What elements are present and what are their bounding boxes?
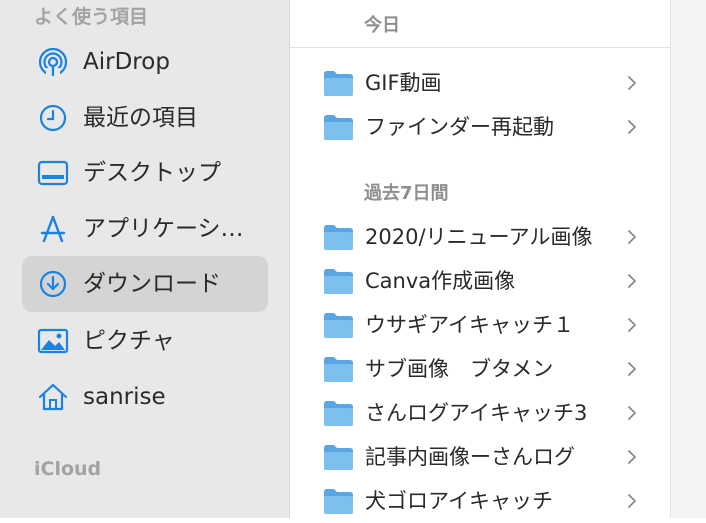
- sidebar-item-home[interactable]: sanrise: [22, 369, 268, 425]
- pictures-icon: [36, 325, 70, 357]
- folder-icon: [323, 114, 354, 141]
- chevron-right-icon: [627, 493, 637, 509]
- folder-name: 2020/リニューアル画像: [365, 225, 593, 249]
- favorites-section-header: よく使う項目: [34, 6, 149, 28]
- chevron-right-icon: [627, 75, 637, 91]
- folder-icon: [323, 224, 354, 251]
- home-icon: [36, 381, 70, 413]
- folder-icon: [323, 268, 354, 295]
- chevron-right-icon: [627, 119, 637, 135]
- list-item[interactable]: さんログアイキャッチ3: [290, 391, 670, 435]
- sidebar-item-downloads[interactable]: ダウンロード: [22, 256, 268, 312]
- list-item[interactable]: Canva作成画像: [290, 259, 670, 303]
- folder-name: Canva作成画像: [365, 269, 516, 293]
- chevron-right-icon: [627, 405, 637, 421]
- sidebar-item-pictures[interactable]: ピクチャ: [22, 313, 268, 369]
- sidebar-item-recents[interactable]: 最近の項目: [22, 90, 268, 146]
- sidebar-item-label: AirDrop: [83, 49, 170, 75]
- folder-icon: [323, 488, 354, 515]
- list-item[interactable]: 犬ゴロアイキャッチ: [290, 479, 670, 523]
- sidebar-item-label: ダウンロード: [83, 271, 221, 297]
- header-divider: [290, 47, 670, 48]
- list-item[interactable]: サブ画像 ブタメン: [290, 347, 670, 391]
- folder-name: 犬ゴロアイキャッチ: [365, 489, 553, 513]
- chevron-right-icon: [627, 449, 637, 465]
- chevron-right-icon: [627, 229, 637, 245]
- list-item[interactable]: 記事内画像ーさんログ: [290, 435, 670, 479]
- folder-name: GIF動画: [365, 71, 442, 95]
- folder-icon: [323, 356, 354, 383]
- list-item[interactable]: GIF動画: [290, 61, 670, 105]
- folder-name: 記事内画像ーさんログ: [365, 445, 575, 469]
- folder-name: ファインダー再起動: [365, 115, 554, 139]
- folder-name: さんログアイキャッチ3: [365, 401, 588, 425]
- finder-sidebar: よく使う項目 AirDrop 最近の項目 デスクトップ アプリケーシ… ダウンロ…: [0, 0, 290, 518]
- folder-name: サブ画像 ブタメン: [365, 357, 554, 381]
- folder-icon: [323, 400, 354, 427]
- sidebar-item-airdrop[interactable]: AirDrop: [22, 34, 268, 90]
- applications-icon: [36, 213, 70, 245]
- chevron-right-icon: [627, 273, 637, 289]
- sidebar-item-label: sanrise: [83, 384, 166, 410]
- sidebar-item-label: デスクトップ: [83, 160, 221, 186]
- file-list: 今日 GIF動画 ファインダー再起動 過去7日間 2020/リニューアル画像 C…: [290, 0, 670, 518]
- folder-icon: [323, 444, 354, 471]
- icloud-section-header: iCloud: [34, 458, 102, 480]
- group-header-past-7-days: 過去7日間: [364, 183, 449, 204]
- sidebar-item-label: ピクチャ: [83, 328, 175, 354]
- desktop-icon: [36, 157, 70, 189]
- group-header-today: 今日: [364, 15, 400, 36]
- clock-icon: [36, 102, 70, 134]
- sidebar-item-applications[interactable]: アプリケーシ…: [22, 201, 268, 257]
- list-item[interactable]: 2020/リニューアル画像: [290, 215, 670, 259]
- list-item[interactable]: ファインダー再起動: [290, 105, 670, 149]
- next-column-edge: [670, 0, 706, 518]
- sidebar-item-label: 最近の項目: [83, 105, 198, 131]
- download-icon: [36, 268, 70, 300]
- sidebar-item-label: アプリケーシ…: [83, 216, 244, 242]
- airdrop-icon: [36, 46, 70, 78]
- chevron-right-icon: [627, 361, 637, 377]
- folder-name: ウサギアイキャッチ１: [365, 313, 574, 337]
- folder-icon: [323, 312, 354, 339]
- folder-icon: [323, 70, 354, 97]
- chevron-right-icon: [627, 317, 637, 333]
- sidebar-item-desktop[interactable]: デスクトップ: [22, 145, 268, 201]
- list-item[interactable]: ウサギアイキャッチ１: [290, 303, 670, 347]
